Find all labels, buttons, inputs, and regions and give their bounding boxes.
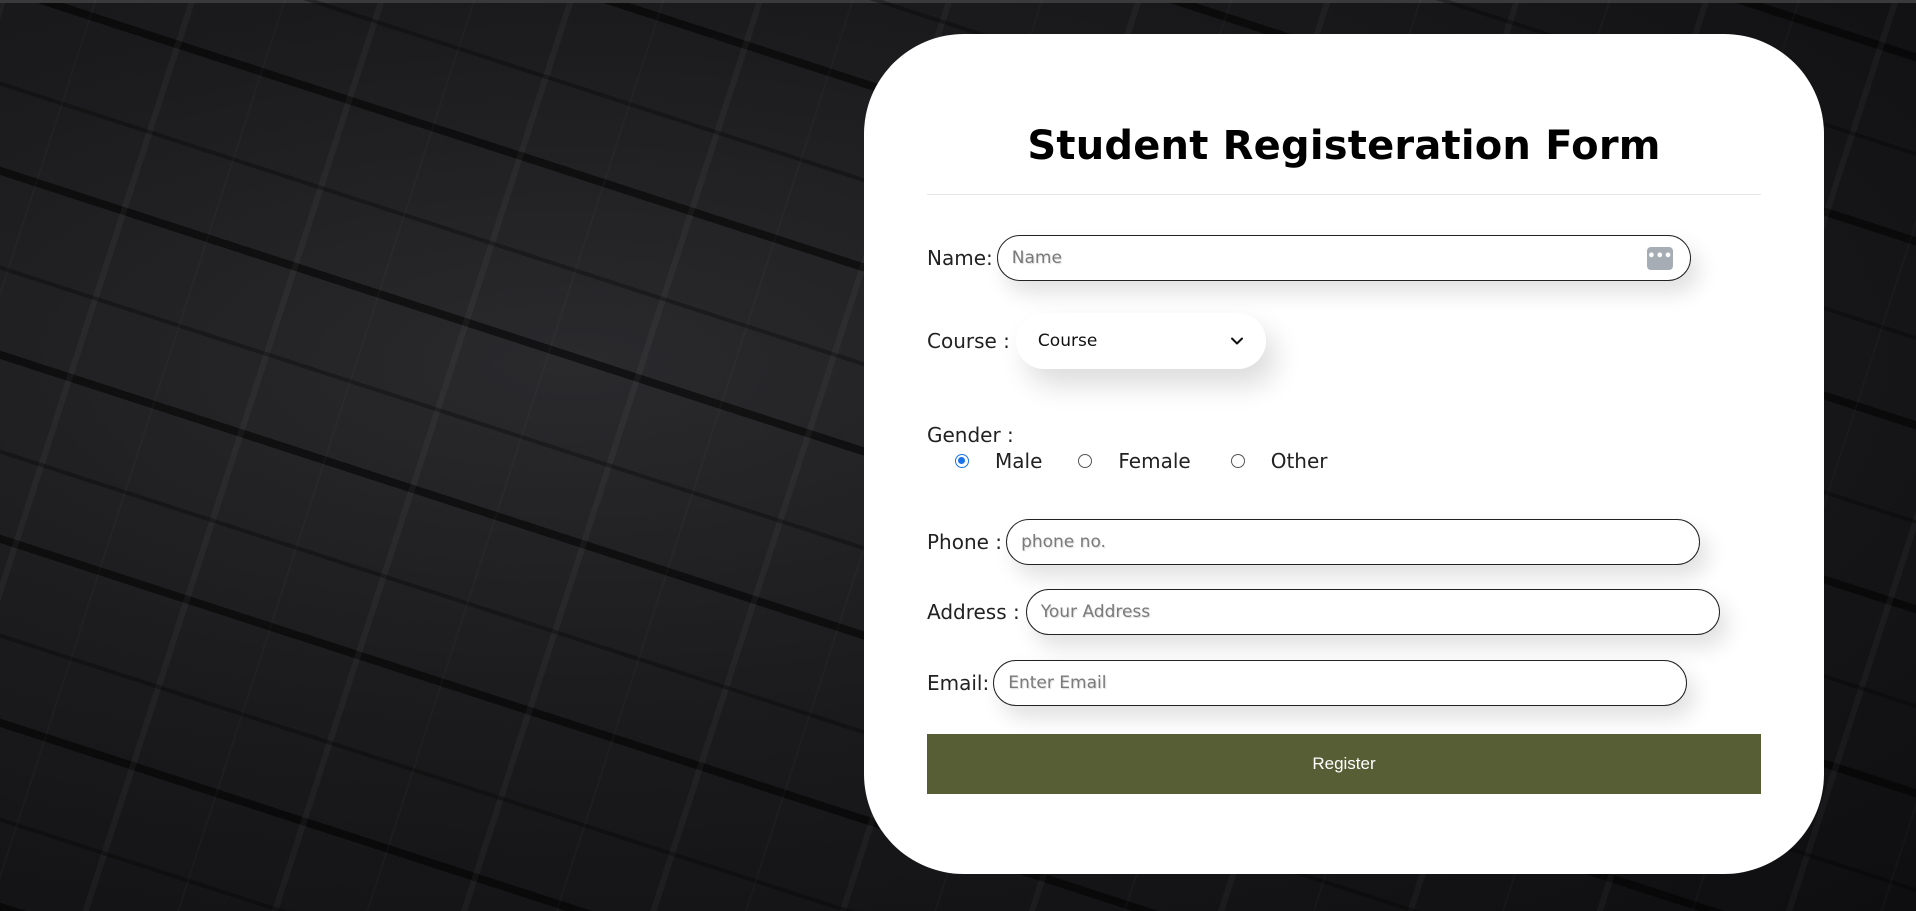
course-label: Course : xyxy=(927,329,1010,353)
email-label: Email: xyxy=(927,671,990,695)
address-label: Address : xyxy=(927,600,1020,624)
phone-row: Phone : xyxy=(927,519,1761,565)
course-select[interactable]: Course xyxy=(1015,313,1266,369)
password-manager-icon[interactable]: ••• xyxy=(1646,247,1673,270)
address-row: Address : xyxy=(927,589,1761,635)
email-row: Email: xyxy=(927,660,1761,706)
gender-radio-female[interactable] xyxy=(1078,454,1093,468)
form-title: Student Registeration Form xyxy=(1027,123,1661,169)
name-input[interactable] xyxy=(996,235,1691,281)
address-input[interactable] xyxy=(1025,589,1720,635)
gender-label: Gender : xyxy=(927,423,1014,447)
name-row: Name: ••• xyxy=(927,235,1761,281)
gender-options: Male Female Other xyxy=(927,449,1761,473)
email-input[interactable] xyxy=(993,660,1688,706)
name-input-wrapper: ••• xyxy=(996,235,1691,281)
register-button[interactable]: Register xyxy=(927,734,1761,794)
gender-option-label: Other xyxy=(1270,449,1328,473)
chevron-down-icon xyxy=(1230,337,1243,345)
phone-label: Phone : xyxy=(927,530,1003,554)
course-select-value: Course xyxy=(1037,331,1098,351)
gender-group: Gender : Male Female Other xyxy=(927,423,1761,473)
gender-option-label: Male xyxy=(995,449,1043,473)
gender-radio-other[interactable] xyxy=(1230,454,1245,468)
name-label: Name: xyxy=(927,246,993,270)
phone-input[interactable] xyxy=(1006,519,1701,565)
gender-radio-male[interactable] xyxy=(955,454,969,468)
gender-option-label: Female xyxy=(1118,449,1191,473)
course-row: Course : Course xyxy=(927,313,1761,369)
title-divider xyxy=(927,194,1761,195)
registration-card: Student Registeration Form Name: ••• Cou… xyxy=(864,34,1824,874)
